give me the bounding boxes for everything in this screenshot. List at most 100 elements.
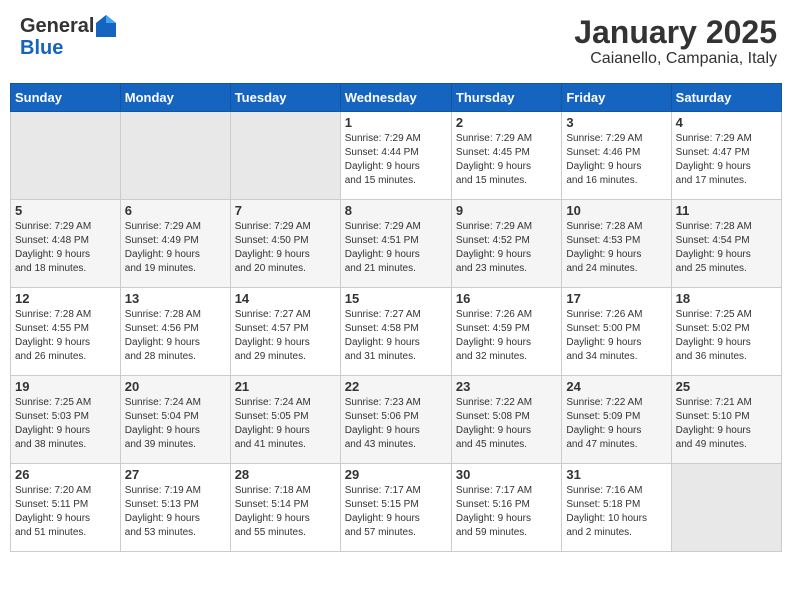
calendar-cell: 4Sunrise: 7:29 AM Sunset: 4:47 PM Daylig… bbox=[671, 112, 781, 200]
calendar-cell: 29 Sunrise: 7:17 AM Sunset: 5:15 PM Dayli… bbox=[340, 464, 451, 552]
day-info: Sunrise: 7:29 AM Sunset: 4:45 PM Dayligh… bbox=[456, 132, 557, 188]
day-number: 6 bbox=[125, 203, 226, 218]
calendar-cell: 6Sunrise: 7:29 AM Sunset: 4:49 PM Daylig… bbox=[120, 200, 230, 288]
calendar-cell: 16Sunrise: 7:26 AM Sunset: 4:59 PM Dayli… bbox=[451, 288, 561, 376]
day-info: Sunrise: 7:16 AM Sunset: 5:18 PM Dayligh… bbox=[566, 484, 666, 540]
day-number: 18 bbox=[676, 291, 777, 306]
day-number: 19 bbox=[15, 379, 116, 394]
day-of-week-tuesday: Tuesday bbox=[230, 84, 340, 112]
calendar-cell: 10 Sunrise: 7:28 AM Sunset: 4:53 PM Dayli… bbox=[562, 200, 671, 288]
calendar-cell: 15 Sunrise: 7:27 AM Sunset: 4:58 PM Dayli… bbox=[340, 288, 451, 376]
page: General Blue January 2025 Caianello, Cam… bbox=[0, 0, 792, 612]
calendar-cell: 9Sunrise: 7:29 AM Sunset: 4:52 PM Daylig… bbox=[451, 200, 561, 288]
calendar-cell: 28Sunrise: 7:18 AM Sunset: 5:14 PM Dayli… bbox=[230, 464, 340, 552]
day-number: 16 bbox=[456, 291, 557, 306]
day-of-week-monday: Monday bbox=[120, 84, 230, 112]
day-number: 11 bbox=[676, 203, 777, 218]
calendar-cell bbox=[11, 112, 121, 200]
day-number: 24 bbox=[566, 379, 666, 394]
day-number: 23 bbox=[456, 379, 557, 394]
day-number: 30 bbox=[456, 467, 557, 482]
calendar-cell: 25Sunrise: 7:21 AM Sunset: 5:10 PM Dayli… bbox=[671, 376, 781, 464]
day-number: 7 bbox=[235, 203, 336, 218]
day-number: 28 bbox=[235, 467, 336, 482]
day-number: 26 bbox=[15, 467, 116, 482]
calendar-cell: 23Sunrise: 7:22 AM Sunset: 5:08 PM Dayli… bbox=[451, 376, 561, 464]
day-info: Sunrise: 7:22 AM Sunset: 5:09 PM Dayligh… bbox=[566, 396, 666, 452]
day-info: Sunrise: 7:25 AM Sunset: 5:02 PM Dayligh… bbox=[676, 308, 777, 364]
day-info: Sunrise: 7:17 AM Sunset: 5:16 PM Dayligh… bbox=[456, 484, 557, 540]
calendar-cell: 3Sunrise: 7:29 AM Sunset: 4:46 PM Daylig… bbox=[562, 112, 671, 200]
calendar-week-2: 12 Sunrise: 7:28 AM Sunset: 4:55 PM Dayli… bbox=[11, 288, 782, 376]
day-of-week-friday: Friday bbox=[562, 84, 671, 112]
day-number: 1 bbox=[345, 115, 447, 130]
calendar-cell bbox=[671, 464, 781, 552]
day-info: Sunrise: 7:28 AM Sunset: 4:56 PM Dayligh… bbox=[125, 308, 226, 364]
logo: General Blue bbox=[20, 15, 116, 59]
calendar-cell: 26 Sunrise: 7:20 AM Sunset: 5:11 PM Dayli… bbox=[11, 464, 121, 552]
calendar-cell: 21Sunrise: 7:24 AM Sunset: 5:05 PM Dayli… bbox=[230, 376, 340, 464]
calendar-cell: 5Sunrise: 7:29 AM Sunset: 4:48 PM Daylig… bbox=[11, 200, 121, 288]
day-info: Sunrise: 7:27 AM Sunset: 4:58 PM Dayligh… bbox=[345, 308, 447, 364]
day-info: Sunrise: 7:20 AM Sunset: 5:11 PM Dayligh… bbox=[15, 484, 116, 540]
calendar-cell: 18 Sunrise: 7:25 AM Sunset: 5:02 PM Dayli… bbox=[671, 288, 781, 376]
day-number: 15 bbox=[345, 291, 447, 306]
day-info: Sunrise: 7:29 AM Sunset: 4:48 PM Dayligh… bbox=[15, 220, 116, 276]
day-info: Sunrise: 7:24 AM Sunset: 5:04 PM Dayligh… bbox=[125, 396, 226, 452]
calendar-cell: 24 Sunrise: 7:22 AM Sunset: 5:09 PM Dayli… bbox=[562, 376, 671, 464]
day-number: 29 bbox=[345, 467, 447, 482]
day-number: 2 bbox=[456, 115, 557, 130]
calendar-cell: 20Sunrise: 7:24 AM Sunset: 5:04 PM Dayli… bbox=[120, 376, 230, 464]
calendar-cell: 30 Sunrise: 7:17 AM Sunset: 5:16 PM Dayli… bbox=[451, 464, 561, 552]
calendar-cell: 1 Sunrise: 7:29 AM Sunset: 4:44 PM Daylig… bbox=[340, 112, 451, 200]
day-number: 22 bbox=[345, 379, 447, 394]
day-number: 4 bbox=[676, 115, 777, 130]
day-of-week-wednesday: Wednesday bbox=[340, 84, 451, 112]
day-info: Sunrise: 7:29 AM Sunset: 4:51 PM Dayligh… bbox=[345, 220, 447, 276]
day-info: Sunrise: 7:27 AM Sunset: 4:57 PM Dayligh… bbox=[235, 308, 336, 364]
day-number: 8 bbox=[345, 203, 447, 218]
day-info: Sunrise: 7:24 AM Sunset: 5:05 PM Dayligh… bbox=[235, 396, 336, 452]
day-info: Sunrise: 7:23 AM Sunset: 5:06 PM Dayligh… bbox=[345, 396, 447, 452]
calendar-cell: 12 Sunrise: 7:28 AM Sunset: 4:55 PM Dayli… bbox=[11, 288, 121, 376]
calendar-cell: 13 Sunrise: 7:28 AM Sunset: 4:56 PM Dayli… bbox=[120, 288, 230, 376]
day-of-week-thursday: Thursday bbox=[451, 84, 561, 112]
day-info: Sunrise: 7:21 AM Sunset: 5:10 PM Dayligh… bbox=[676, 396, 777, 452]
calendar-body: 1 Sunrise: 7:29 AM Sunset: 4:44 PM Daylig… bbox=[11, 112, 782, 552]
day-number: 17 bbox=[566, 291, 666, 306]
day-of-week-sunday: Sunday bbox=[11, 84, 121, 112]
calendar-cell: 27 Sunrise: 7:19 AM Sunset: 5:13 PM Dayli… bbox=[120, 464, 230, 552]
day-info: Sunrise: 7:26 AM Sunset: 5:00 PM Dayligh… bbox=[566, 308, 666, 364]
calendar-cell bbox=[120, 112, 230, 200]
header-row: SundayMondayTuesdayWednesdayThursdayFrid… bbox=[11, 84, 782, 112]
calendar-cell: 22 Sunrise: 7:23 AM Sunset: 5:06 PM Dayli… bbox=[340, 376, 451, 464]
day-number: 14 bbox=[235, 291, 336, 306]
calendar-week-0: 1 Sunrise: 7:29 AM Sunset: 4:44 PM Daylig… bbox=[11, 112, 782, 200]
calendar-subtitle: Caianello, Campania, Italy bbox=[574, 50, 777, 68]
day-info: Sunrise: 7:28 AM Sunset: 4:53 PM Dayligh… bbox=[566, 220, 666, 276]
calendar-cell: 11 Sunrise: 7:28 AM Sunset: 4:54 PM Dayli… bbox=[671, 200, 781, 288]
day-info: Sunrise: 7:25 AM Sunset: 5:03 PM Dayligh… bbox=[15, 396, 116, 452]
day-number: 27 bbox=[125, 467, 226, 482]
calendar-header: SundayMondayTuesdayWednesdayThursdayFrid… bbox=[11, 84, 782, 112]
calendar-cell: 2 Sunrise: 7:29 AM Sunset: 4:45 PM Daylig… bbox=[451, 112, 561, 200]
calendar-cell: 7 Sunrise: 7:29 AM Sunset: 4:50 PM Daylig… bbox=[230, 200, 340, 288]
calendar-table: SundayMondayTuesdayWednesdayThursdayFrid… bbox=[10, 83, 782, 552]
title-block: January 2025 Caianello, Campania, Italy bbox=[574, 15, 777, 68]
calendar-cell: 14 Sunrise: 7:27 AM Sunset: 4:57 PM Dayli… bbox=[230, 288, 340, 376]
day-info: Sunrise: 7:29 AM Sunset: 4:44 PM Dayligh… bbox=[345, 132, 447, 188]
day-number: 12 bbox=[15, 291, 116, 306]
day-info: Sunrise: 7:19 AM Sunset: 5:13 PM Dayligh… bbox=[125, 484, 226, 540]
calendar-cell: 8 Sunrise: 7:29 AM Sunset: 4:51 PM Daylig… bbox=[340, 200, 451, 288]
day-info: Sunrise: 7:28 AM Sunset: 4:54 PM Dayligh… bbox=[676, 220, 777, 276]
day-info: Sunrise: 7:28 AM Sunset: 4:55 PM Dayligh… bbox=[15, 308, 116, 364]
day-number: 10 bbox=[566, 203, 666, 218]
day-number: 9 bbox=[456, 203, 557, 218]
logo-icon bbox=[96, 15, 116, 37]
day-number: 3 bbox=[566, 115, 666, 130]
day-info: Sunrise: 7:17 AM Sunset: 5:15 PM Dayligh… bbox=[345, 484, 447, 540]
day-info: Sunrise: 7:29 AM Sunset: 4:50 PM Dayligh… bbox=[235, 220, 336, 276]
day-number: 13 bbox=[125, 291, 226, 306]
header: General Blue January 2025 Caianello, Cam… bbox=[10, 10, 782, 73]
calendar-cell bbox=[230, 112, 340, 200]
